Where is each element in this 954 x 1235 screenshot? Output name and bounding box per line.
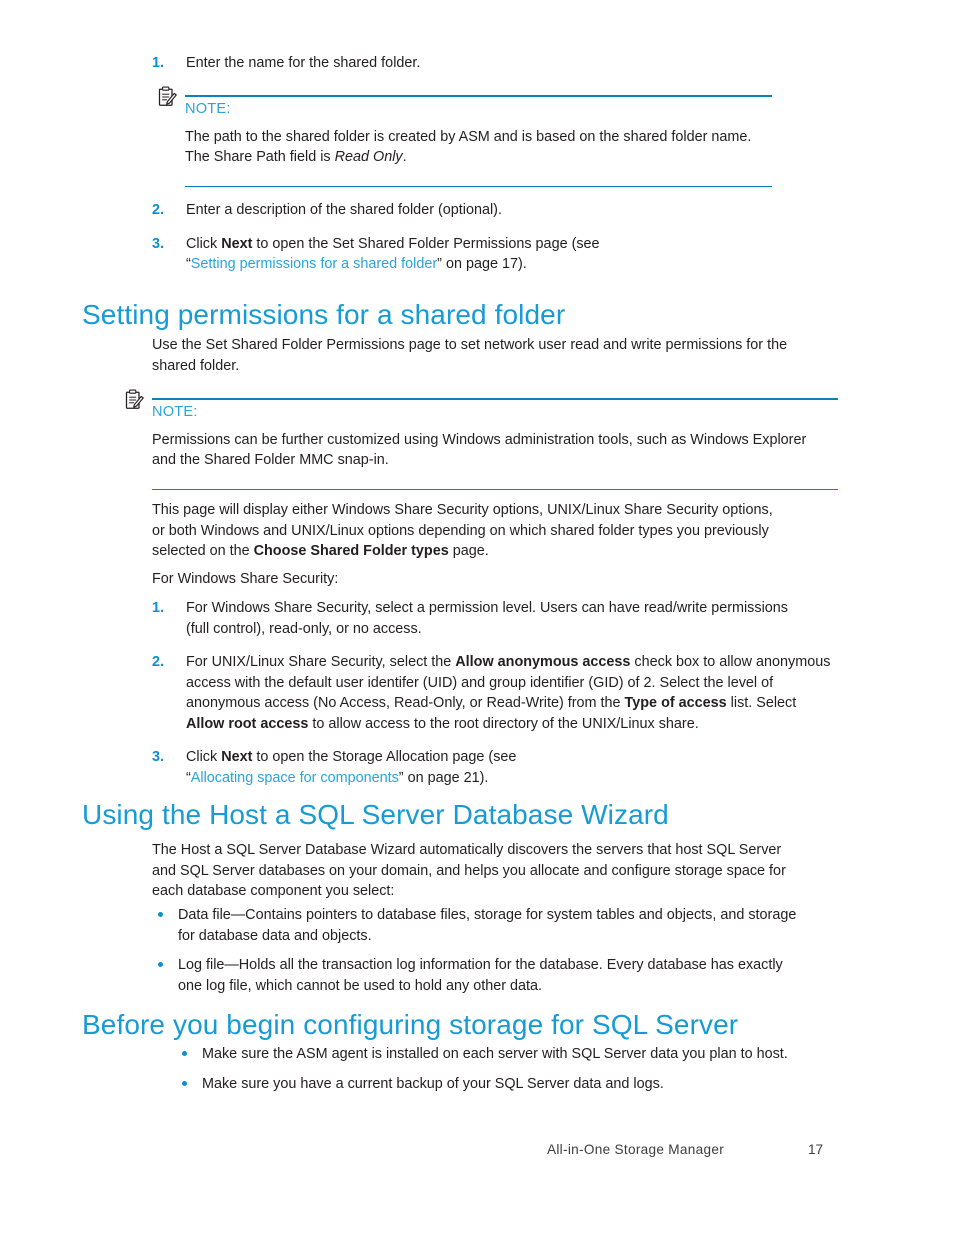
list-marker: 3. (152, 749, 165, 765)
bulleted-list-components: Data file—Contains pointers to database … (152, 905, 852, 996)
paragraph-line: This page will display either Windows Sh… (152, 502, 773, 518)
list-item-text: Make sure you have a current backup of y… (202, 1075, 664, 1092)
cross-reference-link[interactable]: Setting permissions for a shared folder (191, 256, 437, 272)
list-item: 3. Click Next to open the Storage Alloca… (152, 747, 852, 788)
note-line: The Share Path field is Read Only. (185, 149, 407, 166)
numbered-list-security-steps: 1. For Windows Share Security, select a … (152, 598, 852, 788)
note-line: and the Shared Folder MMC snap-in. (152, 452, 389, 469)
paragraph-share-security: This page will display either Windows Sh… (152, 500, 852, 562)
section-heading-sql-wizard: Using the Host a SQL Server Database Wiz… (82, 799, 669, 830)
bullet-icon (158, 962, 163, 967)
list-item: 2. For UNIX/Linux Share Security, select… (152, 652, 852, 734)
choose-shared-folder-types-ref: Choose Shared Folder types (253, 543, 449, 559)
section-heading-before-you-begin: Before you begin configuring storage for… (82, 1009, 739, 1040)
list-item: Log file—Holds all the transaction log i… (152, 955, 852, 996)
list-item-text: Click Next to open the Set Shared Folder… (186, 235, 600, 273)
note-bottom-rule (185, 185, 772, 188)
note-label: NOTE: (185, 100, 231, 117)
note-line: Permissions can be further customized us… (152, 431, 807, 448)
numbered-list-top: 1. Enter the name for the shared folder. (152, 53, 852, 74)
label-for-windows-share-security: For Windows Share Security: (152, 571, 339, 587)
list-item: Make sure you have a current backup of y… (152, 1074, 852, 1095)
note-label: NOTE: (152, 403, 198, 420)
list-item-text: Click Next to open the Storage Allocatio… (186, 749, 517, 786)
note-body-2: Permissions can be further customized us… (152, 430, 838, 471)
paragraph-line: or both Windows and UNIX/Linux options d… (152, 522, 769, 539)
list-item-text: Make sure the ASM agent is installed on … (202, 1046, 788, 1062)
cross-reference-link[interactable]: Allocating space for components (191, 770, 399, 786)
note-block-1: NOTE: The path to the shared folder is c… (158, 86, 772, 188)
list-item: Data file—Contains pointers to database … (152, 905, 852, 946)
next-button-ref: Next (221, 749, 253, 765)
footer-page-number: 17 (808, 1142, 824, 1157)
next-button-ref: Next (221, 235, 253, 252)
bullet-icon (182, 1051, 187, 1056)
numbered-list-steps-2-3: 2. Enter a description of the shared fol… (152, 200, 852, 275)
list-item-text: For UNIX/Linux Share Security, select th… (186, 654, 831, 732)
note-bottom-rule (152, 488, 838, 491)
list-marker: 1. (152, 55, 165, 71)
document-page: 1. Enter the name for the shared folder.… (0, 0, 954, 1235)
list-marker: 1. (152, 600, 165, 616)
list-item-text: Data file—Contains pointers to database … (178, 907, 797, 944)
paragraph-line: and SQL Server databases on your domain,… (152, 862, 786, 879)
list-item-text: Log file—Holds all the transaction log i… (178, 957, 783, 994)
allow-root-access-ref: Allow root access (186, 715, 309, 732)
paragraph-line: Use the Set Shared Folder Permissions pa… (152, 337, 788, 353)
allow-anonymous-access-ref: Allow anonymous access (455, 654, 631, 670)
list-marker: 2. (152, 654, 165, 670)
paragraph-line: The Host a SQL Server Database Wizard au… (152, 842, 782, 858)
list-item-text: Enter a description of the shared folder… (186, 202, 502, 218)
bullet-icon (158, 912, 163, 917)
list-marker: 3. (152, 235, 165, 252)
read-only-italic: Read Only (334, 149, 403, 166)
section-intro-permissions: Use the Set Shared Folder Permissions pa… (152, 335, 852, 376)
footer-document-title: All-in-One Storage Manager (547, 1142, 725, 1157)
paragraph-line: shared folder. (152, 357, 240, 374)
note-line: The path to the shared folder is created… (185, 128, 752, 145)
paragraph-line: selected on the Choose Shared Folder typ… (152, 543, 489, 559)
note-clipboard-icon (125, 389, 144, 410)
note-header: NOTE: (125, 389, 838, 426)
note-block-2: NOTE: Permissions can be further customi… (125, 389, 838, 491)
bullet-icon (182, 1080, 187, 1086)
section-intro-sql-wizard: The Host a SQL Server Database Wizard au… (152, 840, 852, 902)
list-item: 1. For Windows Share Security, select a … (152, 598, 852, 639)
list-item-text: For Windows Share Security, select a per… (186, 600, 788, 637)
list-item: Make sure the ASM agent is installed on … (152, 1044, 852, 1065)
list-item: 1. Enter the name for the shared folder. (152, 53, 852, 74)
note-body-1: The path to the shared folder is created… (185, 127, 772, 168)
section-heading-setting-permissions: Setting permissions for a shared folder (82, 299, 566, 330)
list-marker: 2. (152, 202, 165, 218)
note-header: NOTE: (158, 86, 772, 123)
paragraph-line: each database component you select: (152, 883, 395, 899)
note-clipboard-icon (158, 86, 177, 107)
list-item-text: Enter the name for the shared folder. (186, 55, 421, 71)
list-item: 2. Enter a description of the shared fol… (152, 200, 852, 221)
bulleted-list-prerequisites: Make sure the ASM agent is installed on … (152, 1044, 852, 1094)
list-item: 3. Click Next to open the Set Shared Fol… (152, 234, 852, 275)
type-of-access-ref: Type of access (624, 695, 727, 711)
